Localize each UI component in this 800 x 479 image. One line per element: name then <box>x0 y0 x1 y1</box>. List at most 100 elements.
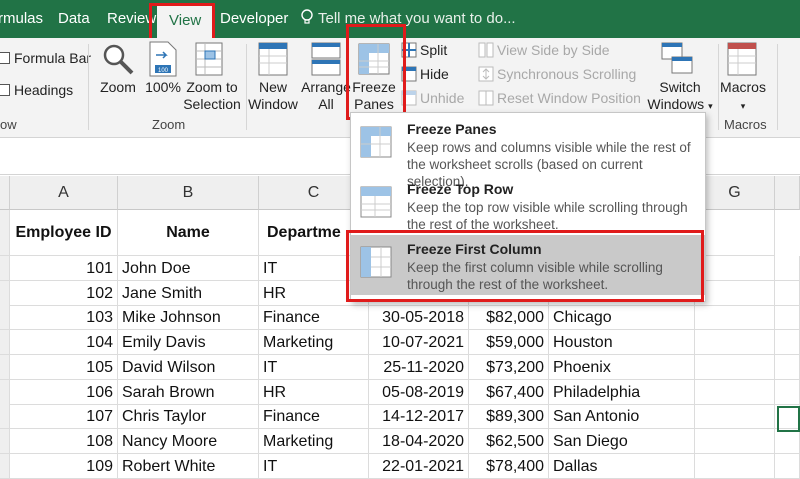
tell-me-search[interactable]: Tell me what you want to do... <box>300 0 516 38</box>
cell-date[interactable]: 18-04-2020 <box>369 428 469 454</box>
cell-city[interactable]: Houston <box>549 330 695 356</box>
cell-city[interactable]: Phoenix <box>549 354 695 380</box>
unhide-button[interactable]: Unhide <box>420 90 464 107</box>
cell-employee-id[interactable]: 104 <box>10 330 118 356</box>
column-header-h[interactable] <box>775 176 800 210</box>
cell-city[interactable]: Chicago <box>549 305 695 331</box>
cell-date[interactable]: 22-01-2021 <box>369 453 469 479</box>
cell-department[interactable]: IT <box>259 354 369 380</box>
menu-item-freeze-panes[interactable]: Freeze Panes Keep rows and columns visib… <box>351 115 705 189</box>
cell-employee-id[interactable]: 101 <box>10 256 118 281</box>
zoom-100-button[interactable]: 100% <box>142 79 184 96</box>
new-window-button[interactable]: New Window <box>244 79 302 113</box>
cell-employee-id[interactable]: 103 <box>10 305 118 331</box>
row-header[interactable] <box>0 330 10 356</box>
cell-empty[interactable] <box>775 354 800 380</box>
cell-date[interactable]: 14-12-2017 <box>369 404 469 430</box>
cell-department[interactable]: Marketing <box>259 330 369 356</box>
row-header[interactable] <box>0 210 10 256</box>
cell-employee-id[interactable]: 109 <box>10 453 118 479</box>
zoom-to-selection-button[interactable]: Zoom to Selection <box>182 79 242 113</box>
cell-department[interactable]: Finance <box>259 305 369 331</box>
cell-department[interactable]: Marketing <box>259 428 369 454</box>
row-header[interactable] <box>0 354 10 380</box>
cell-empty[interactable] <box>695 280 775 306</box>
cell-empty[interactable] <box>695 453 775 479</box>
cell-empty[interactable] <box>695 330 775 356</box>
cell-empty[interactable] <box>775 428 800 454</box>
header-name[interactable]: Name <box>118 210 259 256</box>
cell-employee-id[interactable]: 108 <box>10 428 118 454</box>
cell-empty[interactable] <box>695 428 775 454</box>
column-header-b[interactable]: B <box>118 176 259 210</box>
cell-empty[interactable] <box>695 305 775 331</box>
cell-date[interactable]: 05-08-2019 <box>369 379 469 405</box>
synchronous-scrolling-button[interactable]: Synchronous Scrolling <box>497 66 636 83</box>
column-header-a[interactable]: A <box>10 176 118 210</box>
cell-employee-id[interactable]: 102 <box>10 280 118 306</box>
cell-employee-id[interactable]: 107 <box>10 404 118 430</box>
cell-salary[interactable]: $62,500 <box>469 428 549 454</box>
zoom-button[interactable]: Zoom <box>96 79 140 96</box>
cell-name[interactable]: John Doe <box>118 256 259 281</box>
tab-formulas[interactable]: rmulas <box>0 0 43 38</box>
active-cell-selection[interactable] <box>777 406 800 432</box>
column-header-g[interactable]: G <box>695 176 775 210</box>
cell-salary[interactable]: $82,000 <box>469 305 549 331</box>
select-all-corner[interactable] <box>0 176 10 210</box>
cell-name[interactable]: Emily Davis <box>118 330 259 356</box>
cell-city[interactable]: San Antonio <box>549 404 695 430</box>
reset-window-position-button[interactable]: Reset Window Position <box>497 90 641 107</box>
row-header[interactable] <box>0 379 10 405</box>
cell-empty[interactable] <box>775 453 800 479</box>
cell-name[interactable]: Robert White <box>118 453 259 479</box>
cell-empty[interactable] <box>775 280 800 306</box>
cell-salary[interactable]: $73,200 <box>469 354 549 380</box>
hide-button[interactable]: Hide <box>420 66 449 83</box>
tab-data[interactable]: Data <box>58 0 90 38</box>
cell-name[interactable]: Nancy Moore <box>118 428 259 454</box>
headings-checkbox[interactable] <box>0 84 10 96</box>
row-header[interactable] <box>0 428 10 454</box>
cell-name[interactable]: David Wilson <box>118 354 259 380</box>
cell-city[interactable]: Philadelphia <box>549 379 695 405</box>
cell-name[interactable]: Jane Smith <box>118 280 259 306</box>
cell-name[interactable]: Sarah Brown <box>118 379 259 405</box>
cell-empty[interactable] <box>775 379 800 405</box>
cell-salary[interactable]: $67,400 <box>469 379 549 405</box>
cell-empty[interactable] <box>695 379 775 405</box>
cell-empty[interactable] <box>695 256 775 281</box>
cell-employee-id[interactable]: 105 <box>10 354 118 380</box>
row-header[interactable] <box>0 404 10 430</box>
cell-name[interactable]: Chris Taylor <box>118 404 259 430</box>
split-button[interactable]: Split <box>420 42 447 59</box>
cell-empty[interactable] <box>775 305 800 331</box>
header-employee-id[interactable]: Employee ID <box>10 210 118 256</box>
formula-bar-checkbox[interactable] <box>0 52 10 64</box>
cell-department[interactable]: HR <box>259 379 369 405</box>
header-empty-g[interactable] <box>695 210 775 256</box>
cell-date[interactable]: 25-11-2020 <box>369 354 469 380</box>
cell-date[interactable]: 10-07-2021 <box>369 330 469 356</box>
macros-button[interactable]: Macros ▾ <box>718 79 768 115</box>
cell-salary[interactable]: $89,300 <box>469 404 549 430</box>
cell-salary[interactable]: $59,000 <box>469 330 549 356</box>
view-side-by-side-button[interactable]: View Side by Side <box>497 42 610 59</box>
cell-salary[interactable]: $78,400 <box>469 453 549 479</box>
cell-city[interactable]: Dallas <box>549 453 695 479</box>
tab-developer[interactable]: Developer <box>220 0 288 38</box>
switch-windows-button[interactable]: Switch Windows ▾ <box>640 79 720 115</box>
cell-department[interactable]: IT <box>259 453 369 479</box>
row-header[interactable] <box>0 453 10 479</box>
row-header[interactable] <box>0 305 10 331</box>
cell-city[interactable]: San Diego <box>549 428 695 454</box>
cell-empty[interactable] <box>775 256 800 281</box>
row-header[interactable] <box>0 280 10 306</box>
cell-empty[interactable] <box>695 404 775 430</box>
cell-date[interactable]: 30-05-2018 <box>369 305 469 331</box>
row-header[interactable] <box>0 256 10 281</box>
cell-department[interactable]: Finance <box>259 404 369 430</box>
cell-employee-id[interactable]: 106 <box>10 379 118 405</box>
cell-empty[interactable] <box>695 354 775 380</box>
cell-name[interactable]: Mike Johnson <box>118 305 259 331</box>
